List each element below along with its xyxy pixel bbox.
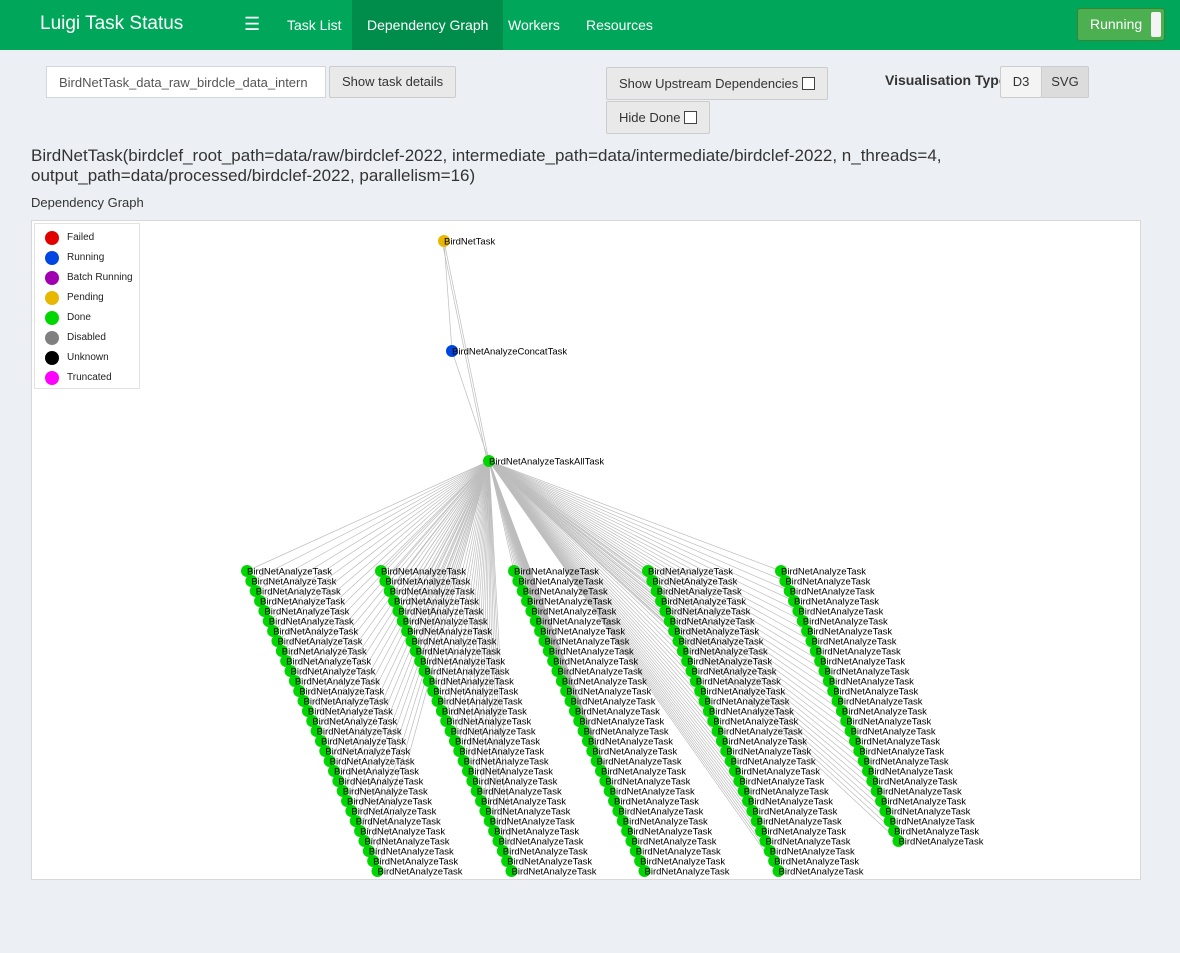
leaf-node-col3[interactable]: BirdNetAnalyzeTask: [638, 865, 730, 878]
leaf-node-col4[interactable]: BirdNetAnalyzeTask: [772, 865, 864, 878]
node-birdnetanalyzeconcattask-label: BirdNetAnalyzeConcatTask: [452, 347, 567, 358]
legend-label-failed: Failed: [67, 232, 95, 243]
legend-dot-failed: [45, 231, 59, 245]
legend-dot-truncated: [45, 371, 59, 385]
legend-label-done: Done: [67, 312, 91, 323]
leaf-node-col3-label: BirdNetAnalyzeTask: [645, 867, 730, 878]
legend-label-pending: Pending: [67, 292, 104, 303]
legend-dot-unknown: [45, 351, 59, 365]
dependency-graph-svg: BirdNetAnalyzeTask BirdNetAnalyzeTask Bird…: [241, 235, 984, 878]
legend-label-truncated: Truncated: [67, 372, 112, 383]
edge-all-leaf: [385, 460, 490, 582]
legend-label-running: Running: [67, 252, 105, 263]
legend-label-unknown: Unknown: [67, 352, 109, 363]
legend-label-disabled: Disabled: [67, 332, 106, 343]
node-birdnettask-label: BirdNetTask: [444, 237, 495, 248]
legend-dot-done: [45, 311, 59, 325]
legend-dot-pending: [45, 291, 59, 305]
leaf-node-col4-label: BirdNetAnalyzeTask: [779, 867, 864, 878]
node-birdnettask[interactable]: BirdNetTask: [438, 235, 495, 248]
edge-concat-all: [451, 350, 490, 462]
leaf-node-col1[interactable]: BirdNetAnalyzeTask: [371, 865, 463, 878]
node-birdnetanalyzetaskalltask[interactable]: BirdNetAnalyzeTaskAllTask: [483, 455, 604, 468]
leaf-node-col5-label: BirdNetAnalyzeTask: [898, 837, 983, 848]
legend-dot-batch-running: [45, 271, 59, 285]
leaf-node-col5[interactable]: BirdNetAnalyzeTask: [892, 835, 984, 848]
node-birdnetanalyzeconcattask[interactable]: BirdNetAnalyzeConcatTask: [446, 345, 567, 358]
graph-legend: Failed Running Batch Running Pending Don…: [34, 223, 140, 389]
leaf-node-col2-label: BirdNetAnalyzeTask: [512, 867, 597, 878]
legend-dot-disabled: [45, 331, 59, 345]
node-birdnetanalyzetaskalltask-label: BirdNetAnalyzeTaskAllTask: [489, 457, 604, 468]
legend-dot-running: [45, 251, 59, 265]
legend-label-batch-running: Batch Running: [67, 272, 133, 283]
leaf-node-col2[interactable]: BirdNetAnalyzeTask: [505, 865, 597, 878]
leaf-node-col1-label: BirdNetAnalyzeTask: [378, 867, 463, 878]
